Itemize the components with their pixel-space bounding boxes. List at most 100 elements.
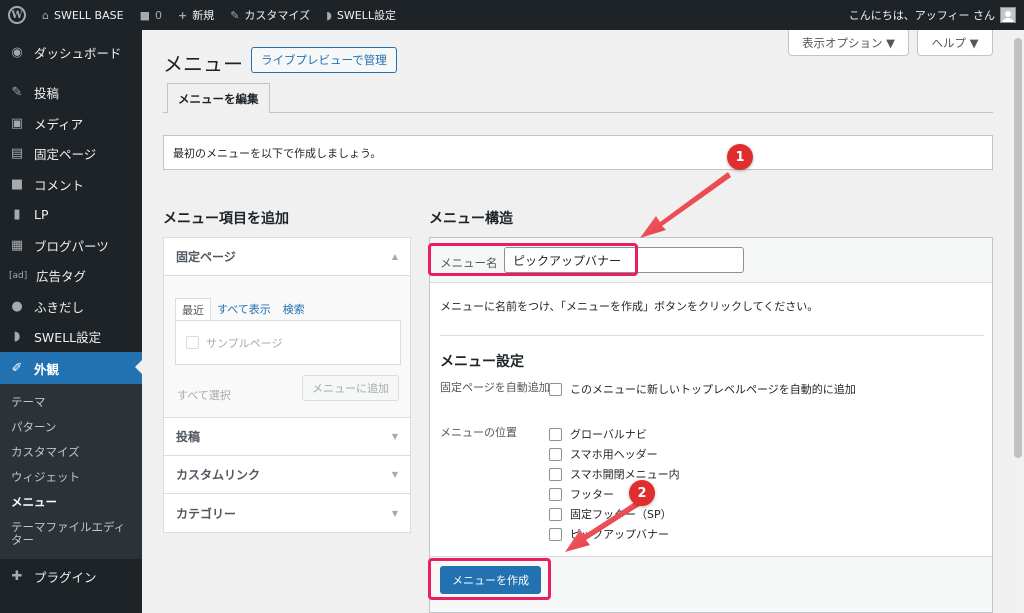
- location-option[interactable]: フッター: [549, 486, 614, 502]
- menu-name-input[interactable]: ピックアップバナー: [504, 247, 744, 273]
- submenu-theme-file-editor[interactable]: テーマファイルエディター: [0, 515, 128, 553]
- live-preview-button[interactable]: ライブプレビューで管理: [251, 47, 397, 73]
- new-content-menu[interactable]: + 新規: [170, 0, 222, 30]
- pages-list: サンプルページ: [175, 320, 401, 365]
- location-label-text: ピックアップバナー: [570, 528, 669, 541]
- submenu-widgets[interactable]: ウィジェット: [0, 465, 142, 490]
- tab-recent[interactable]: 最近: [175, 298, 211, 321]
- plugin-icon: ✚: [11, 568, 23, 584]
- location-option[interactable]: スマホ開閉メニュー内: [549, 466, 680, 482]
- location-option[interactable]: 固定フッター（SP）: [549, 506, 672, 522]
- sidebar-item-document[interactable]: ▮ LP: [0, 200, 142, 231]
- menu-settings-title: メニュー設定: [440, 354, 524, 370]
- customize-label: カスタマイズ: [244, 9, 311, 22]
- home-icon: ⌂: [42, 8, 49, 22]
- site-name: SWELL BASE: [53, 8, 124, 22]
- comment-icon: ■: [139, 8, 150, 22]
- sidebar-item-label: ふきだし: [34, 299, 85, 315]
- location-option[interactable]: グローバルナビ: [549, 426, 647, 442]
- sidebar-item-media[interactable]: ▣ メディア: [0, 108, 142, 139]
- location-checkbox[interactable]: [549, 487, 562, 501]
- sample-page-checkbox[interactable]: [186, 336, 199, 349]
- scrollbar[interactable]: [1012, 30, 1024, 613]
- location-checkbox[interactable]: [549, 427, 562, 441]
- create-menu-button[interactable]: メニューを作成: [440, 566, 541, 594]
- scrollbar-thumb[interactable]: [1014, 38, 1022, 458]
- sidebar-item-comment[interactable]: ■ コメント: [0, 169, 142, 200]
- dashboard-icon: ◉: [11, 44, 23, 60]
- pin-icon: ✎: [11, 85, 23, 101]
- auto-add-checkbox[interactable]: [549, 382, 562, 396]
- sidebar-item-blocks[interactable]: ▦ ブログパーツ: [0, 230, 142, 261]
- tab-view-all[interactable]: すべて表示: [211, 298, 277, 321]
- submenu-patterns[interactable]: パターン: [0, 415, 142, 440]
- location-label-text: スマホ用ヘッダー: [570, 448, 658, 461]
- customize-menu[interactable]: ✎ カスタマイズ: [222, 0, 318, 30]
- sidebar-item-plugins[interactable]: ✚ プラグイン: [0, 561, 142, 592]
- location-option[interactable]: ピックアップバナー: [549, 526, 669, 542]
- arrow-up-icon: ▲: [391, 252, 398, 261]
- location-checkbox[interactable]: [549, 507, 562, 521]
- select-all-label[interactable]: すべて選択: [177, 387, 231, 403]
- structure-footer: メニューを作成: [430, 556, 992, 612]
- swell-settings-menu[interactable]: ◗ SWELL設定: [318, 0, 404, 30]
- menu-structure-panel: メニュー名 ピックアップバナー メニューに名前をつけ、「メニューを作成」ボタンを…: [429, 237, 993, 613]
- location-checkbox[interactable]: [549, 467, 562, 481]
- sidebar-item-label: プラグイン: [34, 569, 97, 585]
- sidebar-item-dashboard[interactable]: ◉ ダッシュボード: [0, 37, 142, 68]
- location-label-text: 固定フッター（SP）: [570, 508, 672, 521]
- sidebar-item-balloon[interactable]: ● ふきだし: [0, 291, 142, 322]
- arrow-down-icon: ▼: [391, 432, 398, 441]
- appearance-icon: ✐: [11, 360, 23, 376]
- accordion-title: 投稿: [176, 430, 201, 444]
- wordpress-icon: W: [8, 6, 26, 24]
- sidebar-item-appearance[interactable]: ✐ 外観: [0, 352, 142, 384]
- main-content: 表示オプション ▼ ヘルプ ▼ メニュー ライブプレビューで管理 メニューを編集…: [142, 30, 1012, 613]
- sidebar-item-pin[interactable]: ✎ 投稿: [0, 78, 142, 109]
- auto-add-option[interactable]: このメニューに新しいトップレベルページを自動的に追加: [549, 381, 856, 397]
- page-icon: ▤: [10, 146, 24, 162]
- location-checkbox[interactable]: [549, 447, 562, 461]
- comments-menu[interactable]: ■ 0: [132, 0, 170, 30]
- menu-name-value: ピックアップバナー: [513, 253, 622, 268]
- submenu-customize[interactable]: カスタマイズ: [0, 440, 142, 465]
- accordion-categories-header[interactable]: カテゴリー ▼: [164, 494, 410, 532]
- arrow-down-icon: ▼: [391, 470, 398, 479]
- sidebar-item-label: SWELL設定: [34, 330, 102, 346]
- swell-icon: ◗: [326, 8, 332, 22]
- media-icon: ▣: [10, 115, 24, 131]
- notice-text: 最初のメニューを以下で作成しましょう。: [173, 146, 382, 160]
- sidebar-item-label: ダッシュボード: [34, 45, 122, 61]
- location-option[interactable]: スマホ用ヘッダー: [549, 446, 658, 462]
- help-button[interactable]: ヘルプ ▼: [917, 30, 993, 56]
- add-items-heading: メニュー項目を追加: [163, 211, 289, 227]
- sidebar-item-page[interactable]: ▤ 固定ページ: [0, 139, 142, 170]
- screen-options-button[interactable]: 表示オプション ▼: [788, 30, 909, 56]
- greeting: こんにちは、アッフィー さん: [848, 9, 995, 22]
- location-label: メニューの位置: [440, 426, 517, 439]
- menu-name-label: メニュー名: [440, 256, 498, 270]
- avatar: [1000, 7, 1016, 23]
- account-menu[interactable]: こんにちは、アッフィー さん: [841, 0, 1024, 30]
- tab-divider: [163, 112, 993, 113]
- sidebar-item-ad[interactable]: [ad] 広告タグ: [0, 261, 142, 292]
- accordion-custom-links-header[interactable]: カスタムリンク ▼: [164, 456, 410, 494]
- location-label-text: フッター: [570, 488, 614, 501]
- location-checkbox[interactable]: [549, 527, 562, 541]
- blocks-icon: ▦: [10, 237, 24, 253]
- appearance-submenu: テーマ パターン カスタマイズ ウィジェット メニュー テーマファイルエディター: [0, 384, 142, 559]
- menu-name-row: メニュー名 ピックアップバナー: [430, 238, 992, 283]
- add-to-menu-button[interactable]: メニューに追加: [302, 375, 399, 401]
- tab-search[interactable]: 検索: [277, 298, 311, 321]
- wp-logo-menu[interactable]: W: [0, 0, 34, 30]
- accordion-pages-header[interactable]: 固定ページ ▲: [164, 238, 410, 276]
- sidebar-item-swell[interactable]: ◗ SWELL設定: [0, 322, 142, 353]
- site-name-menu[interactable]: ⌂ SWELL BASE: [34, 0, 132, 30]
- location-label-text: グローバルナビ: [570, 428, 647, 441]
- submenu-menus[interactable]: メニュー: [0, 490, 142, 515]
- accordion-posts-header[interactable]: 投稿 ▼: [164, 418, 410, 456]
- sidebar-item-label: 広告タグ: [36, 269, 87, 285]
- submenu-themes[interactable]: テーマ: [0, 390, 142, 415]
- auto-add-label: 固定ページを自動追加: [440, 381, 550, 394]
- tab-edit-menu[interactable]: メニューを編集: [167, 83, 270, 113]
